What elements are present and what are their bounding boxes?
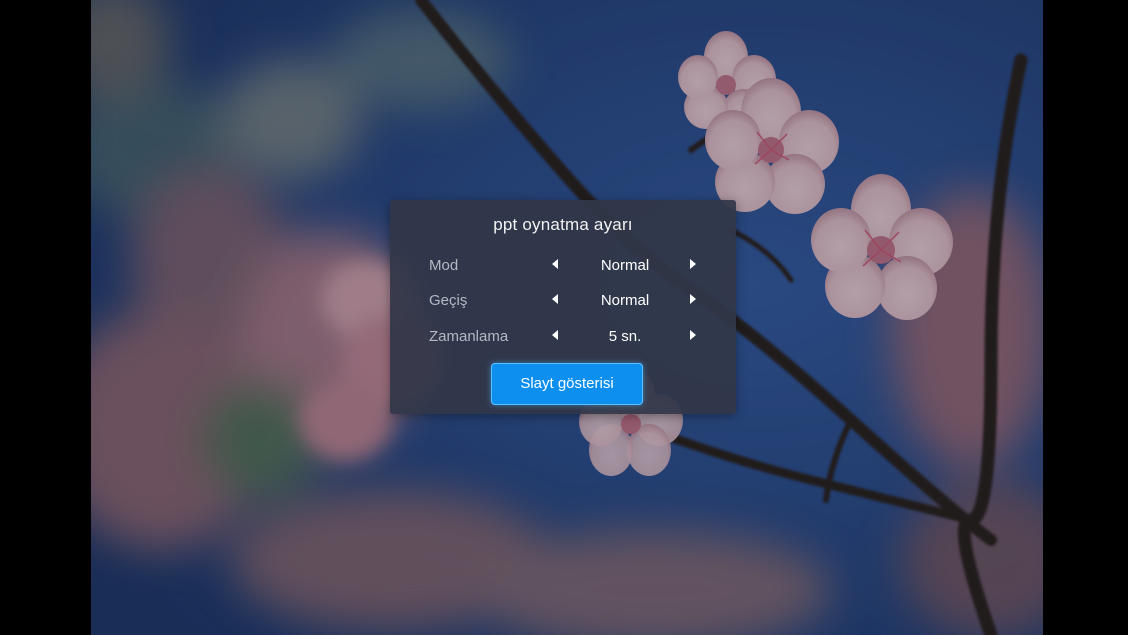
- setting-value: 5 sn.: [608, 328, 642, 345]
- prev-arrow-icon[interactable]: [548, 258, 562, 272]
- setting-label: Zamanlama: [429, 328, 509, 345]
- screen: ppt oynatma ayarı Mod Normal Geçiş Norma…: [0, 0, 1128, 635]
- setting-row-timing: Zamanlama 5 sn.: [390, 321, 736, 351]
- next-arrow-icon[interactable]: [686, 258, 700, 272]
- ppt-settings-dialog: ppt oynatma ayarı Mod Normal Geçiş Norma…: [390, 200, 736, 414]
- prev-arrow-icon[interactable]: [548, 329, 562, 343]
- slideshow-button[interactable]: Slayt gösterisi: [491, 363, 643, 405]
- image-viewport: ppt oynatma ayarı Mod Normal Geçiş Norma…: [91, 0, 1043, 635]
- next-arrow-icon[interactable]: [686, 293, 700, 307]
- setting-label: Mod: [429, 257, 459, 274]
- prev-arrow-icon[interactable]: [548, 293, 562, 307]
- setting-value: Normal: [600, 292, 650, 309]
- dialog-title: ppt oynatma ayarı: [493, 215, 633, 234]
- setting-row-transition: Geçiş Normal: [390, 285, 736, 315]
- next-arrow-icon[interactable]: [686, 329, 700, 343]
- setting-row-mode: Mod Normal: [390, 250, 736, 280]
- setting-label: Geçiş: [429, 292, 468, 309]
- setting-value: Normal: [600, 257, 650, 274]
